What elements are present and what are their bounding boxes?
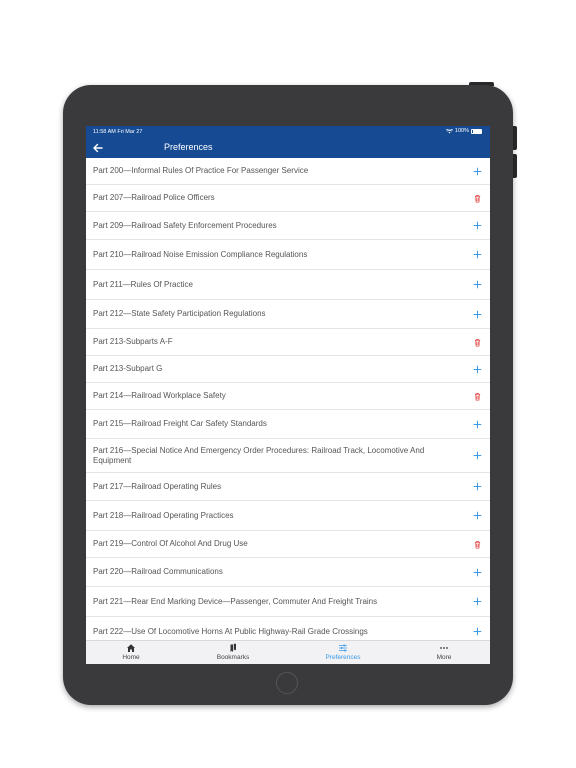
plus-icon[interactable] xyxy=(471,566,483,578)
list-item-label: Part 218—Railroad Operating Practices xyxy=(93,510,234,520)
plus-icon[interactable] xyxy=(471,220,483,232)
list-item-label: Part 214—Railroad Workplace Safety xyxy=(93,391,226,401)
battery-icon xyxy=(471,128,482,134)
list-item[interactable]: Part 222—Use Of Locomotive Horns At Publ… xyxy=(86,617,490,640)
list-item-label: Part 213-Subpart G xyxy=(93,364,163,374)
list-item-label: Part 207—Railroad Police Officers xyxy=(93,193,215,203)
trash-icon[interactable] xyxy=(471,336,483,348)
more-icon xyxy=(440,647,448,649)
list-item-label: Part 220—Railroad Communications xyxy=(93,567,223,577)
plus-icon[interactable] xyxy=(471,510,483,522)
list-item-label: Part 215—Railroad Freight Car Safety Sta… xyxy=(93,419,267,429)
plus-icon[interactable] xyxy=(471,279,483,291)
page-title: Preferences xyxy=(164,142,213,152)
tab-bar: Home Bookmarks Preferences More xyxy=(86,640,490,664)
home-icon xyxy=(127,644,135,652)
plus-icon[interactable] xyxy=(471,249,483,261)
status-time: 11:58 AM Fri Mar 27 xyxy=(93,129,143,135)
list-item-label: Part 216—Special Notice And Emergency Or… xyxy=(93,446,425,465)
plus-icon[interactable] xyxy=(471,481,483,493)
battery-percent: 100% xyxy=(454,128,469,134)
list-item[interactable]: Part 210—Railroad Noise Emission Complia… xyxy=(86,240,490,270)
plus-icon[interactable] xyxy=(471,165,483,177)
list-item[interactable]: Part 221—Rear End Marking Device—Passeng… xyxy=(86,587,490,617)
list-item-label: Part 212—State Safety Participation Regu… xyxy=(93,309,266,319)
list-item[interactable]: Part 217—Railroad Operating Rules xyxy=(86,473,490,501)
plus-icon[interactable] xyxy=(471,450,483,462)
bookmarks-icon xyxy=(230,643,236,652)
tab-bookmarks[interactable]: Bookmarks xyxy=(203,643,263,661)
list-item[interactable]: Part 219—Control Of Alcohol And Drug Use xyxy=(86,531,490,558)
list-item[interactable]: Part 211—Rules Of Practice xyxy=(86,270,490,300)
tab-home[interactable]: Home xyxy=(101,643,161,661)
list-item[interactable]: Part 213-Subpart G xyxy=(86,356,490,383)
status-right: 100% xyxy=(445,128,482,134)
tab-more-label: More xyxy=(436,654,452,661)
list-item-label: Part 222—Use Of Locomotive Horns At Publ… xyxy=(93,626,368,636)
list-item[interactable]: Part 212—State Safety Participation Regu… xyxy=(86,300,490,329)
list-item-label: Part 219—Control Of Alcohol And Drug Use xyxy=(93,539,248,549)
volume-down-button xyxy=(513,154,517,178)
list-item-label: Part 210—Railroad Noise Emission Complia… xyxy=(93,249,308,259)
list-item-label: Part 200—Informal Rules Of Practice For … xyxy=(93,166,309,176)
plus-icon[interactable] xyxy=(471,596,483,608)
tab-bookmarks-label: Bookmarks xyxy=(216,654,250,661)
tab-preferences[interactable]: Preferences xyxy=(313,643,373,661)
list-item-label: Part 221—Rear End Marking Device—Passeng… xyxy=(93,596,378,606)
navigation-bar: Preferences xyxy=(86,137,490,158)
list-item[interactable]: Part 214—Railroad Workplace Safety xyxy=(86,383,490,410)
trash-icon[interactable] xyxy=(471,538,483,550)
wifi-icon xyxy=(445,128,453,133)
home-hardware-button xyxy=(276,672,298,694)
tab-preferences-label: Preferences xyxy=(325,654,361,661)
list-item-label: Part 211—Rules Of Practice xyxy=(93,279,193,289)
plus-icon[interactable] xyxy=(471,308,483,320)
sliders-icon xyxy=(339,644,347,652)
tab-more[interactable]: More xyxy=(414,643,474,661)
list-item[interactable]: Part 215—Railroad Freight Car Safety Sta… xyxy=(86,410,490,439)
volume-up-button xyxy=(513,126,517,150)
list-item[interactable]: Part 218—Railroad Operating Practices xyxy=(86,501,490,531)
trash-icon[interactable] xyxy=(471,390,483,402)
list-item-label: Part 209—Railroad Safety Enforcement Pro… xyxy=(93,220,277,230)
plus-icon[interactable] xyxy=(471,363,483,375)
list-item[interactable]: Part 209—Railroad Safety Enforcement Pro… xyxy=(86,212,490,240)
tab-home-label: Home xyxy=(122,654,140,661)
arrow-left-icon[interactable] xyxy=(91,141,105,155)
app-screen: 11:58 AM Fri Mar 27 100% Preferences Par… xyxy=(86,126,490,664)
plus-icon[interactable] xyxy=(471,626,483,638)
list-item[interactable]: Part 220—Railroad Communications xyxy=(86,558,490,587)
list-item-label: Part 217—Railroad Operating Rules xyxy=(93,481,222,491)
preferences-list: Part 200—Informal Rules Of Practice For … xyxy=(86,158,490,640)
list-item-label: Part 213-Subparts A-F xyxy=(93,337,173,347)
list-item[interactable]: Part 216—Special Notice And Emergency Or… xyxy=(86,439,490,473)
list-item[interactable]: Part 200—Informal Rules Of Practice For … xyxy=(86,158,490,185)
list-item[interactable]: Part 207—Railroad Police Officers xyxy=(86,185,490,212)
status-bar: 11:58 AM Fri Mar 27 100% xyxy=(86,126,490,137)
trash-icon[interactable] xyxy=(471,192,483,204)
list-item[interactable]: Part 213-Subparts A-F xyxy=(86,329,490,356)
plus-icon[interactable] xyxy=(471,418,483,430)
